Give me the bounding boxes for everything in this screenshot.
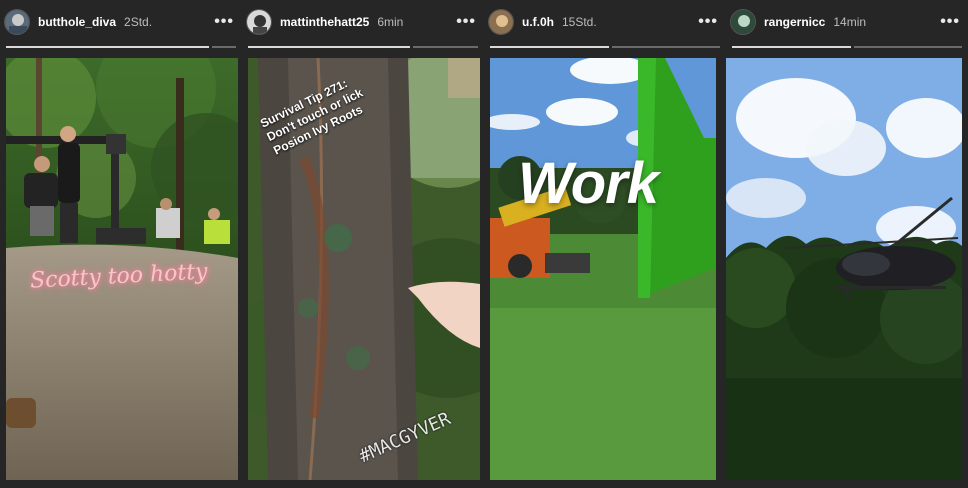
avatar[interactable] [488, 9, 514, 35]
story-progress [732, 46, 962, 48]
progress-segment [854, 46, 962, 48]
story-progress [490, 46, 720, 48]
story-media[interactable]: Survival Tip 271: Don't touch or lick Po… [248, 58, 480, 480]
story-card-3[interactable]: u.f.0h 15Std. ••• Work [484, 0, 726, 488]
story-card-4[interactable]: rangernicc 14min ••• [726, 0, 968, 488]
progress-segment [6, 46, 209, 48]
avatar[interactable] [4, 9, 30, 35]
post-time: 14min [833, 15, 867, 29]
username[interactable]: u.f.0h [522, 15, 554, 29]
helicopter-over-trees-image [726, 58, 962, 480]
story-caption: Work [518, 151, 659, 216]
progress-segment [248, 46, 411, 48]
progress-segment [612, 46, 720, 48]
story-header: rangernicc 14min ••• [730, 6, 964, 38]
username[interactable]: butthole_diva [38, 15, 116, 29]
progress-segment [211, 46, 236, 48]
story-media[interactable] [726, 58, 962, 480]
post-time: 6min [377, 15, 404, 29]
username[interactable]: mattinthehatt25 [280, 15, 369, 29]
story-progress [248, 46, 478, 48]
progress-segment [732, 46, 852, 48]
story-header: mattinthehatt25 6min ••• [246, 6, 480, 38]
story-card-2[interactable]: mattinthehatt25 6min ••• Survival Tip 27… [242, 0, 484, 488]
story-progress [6, 46, 236, 48]
more-options-icon[interactable]: ••• [698, 14, 718, 30]
username[interactable]: rangernicc [764, 15, 825, 29]
story-header: butthole_diva 2Std. ••• [4, 6, 238, 38]
post-time: 2Std. [124, 15, 153, 29]
story-header: u.f.0h 15Std. ••• [488, 6, 722, 38]
post-time: 15Std. [562, 15, 597, 29]
more-options-icon[interactable]: ••• [456, 14, 476, 30]
avatar[interactable] [246, 9, 272, 35]
progress-segment [413, 46, 478, 48]
more-options-icon[interactable]: ••• [940, 14, 960, 30]
story-card-1[interactable]: butthole_diva 2Std. ••• Scotty too hotty [0, 0, 242, 488]
progress-segment [490, 46, 610, 48]
green-screen-field-image [490, 58, 716, 480]
more-options-icon[interactable]: ••• [214, 14, 234, 30]
story-media[interactable]: Work [490, 58, 716, 480]
avatar[interactable] [730, 9, 756, 35]
story-media[interactable]: Scotty too hotty [6, 58, 238, 480]
